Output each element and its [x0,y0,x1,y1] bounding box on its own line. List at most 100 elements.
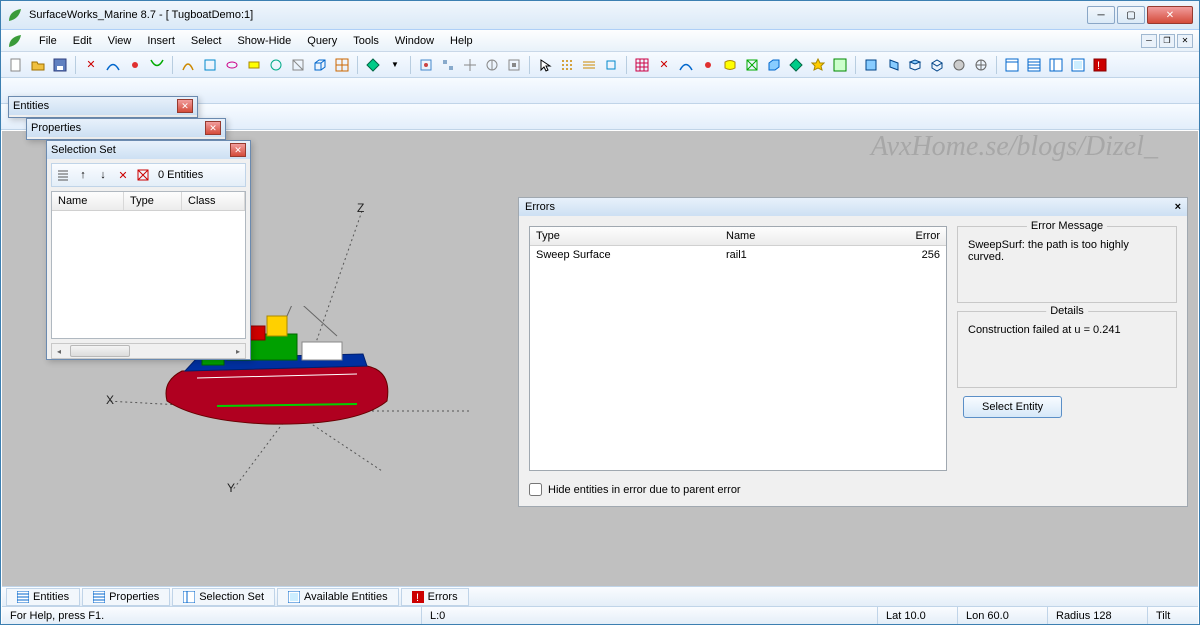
diamond2-icon[interactable] [786,55,806,75]
properties-panel[interactable]: Properties✕ [26,118,226,140]
dropdown-arrow-icon[interactable]: ▼ [385,55,405,75]
view-shade-icon[interactable] [949,55,969,75]
curve-icon[interactable] [103,55,123,75]
cursor-icon[interactable] [535,55,555,75]
errors-close-icon[interactable]: × [1175,201,1181,213]
scroll-left-arrow[interactable]: ◂ [52,344,66,358]
menu-show-hide[interactable]: Show-Hide [229,32,299,50]
entity-c-icon[interactable] [222,55,242,75]
tab-available-entities[interactable]: Available Entities [277,588,399,606]
view-side-icon[interactable] [883,55,903,75]
mdi-minimize-button[interactable]: ─ [1141,34,1157,48]
entities-panel[interactable]: Entities✕ [8,96,198,118]
menu-select[interactable]: Select [183,32,230,50]
tab-properties[interactable]: Properties [82,588,170,606]
view-top-icon[interactable] [905,55,925,75]
point-red-x-icon[interactable]: ✕ [81,55,101,75]
menu-query[interactable]: Query [299,32,345,50]
panel-available-icon[interactable] [1068,55,1088,75]
error-message-text[interactable] [966,237,1168,291]
point-x2-icon[interactable]: ✕ [654,55,674,75]
mdi-restore-button[interactable]: ❐ [1159,34,1175,48]
curve3-icon[interactable] [676,55,696,75]
grid-dots-icon[interactable] [557,55,577,75]
move-down-icon[interactable]: ↓ [95,167,111,183]
move-up-icon[interactable]: ↑ [75,167,91,183]
details-text[interactable] [966,322,1168,376]
minimize-button[interactable]: ─ [1087,6,1115,24]
entity-e-icon[interactable] [266,55,286,75]
tab-entities[interactable]: Entities [6,588,80,606]
close-button[interactable]: ✕ [1147,6,1193,24]
entity-f-icon[interactable] [288,55,308,75]
select-entity-button[interactable]: Select Entity [963,396,1062,418]
hide-entities-checkbox-input[interactable] [529,483,542,496]
menu-window[interactable]: Window [387,32,442,50]
menu-view[interactable]: View [100,32,140,50]
errors-col-name[interactable]: Name [720,227,860,245]
column-type[interactable]: Type [124,192,182,210]
tool-i-icon[interactable] [460,55,480,75]
solid-icon[interactable] [764,55,784,75]
panel-entities-icon[interactable] [1002,55,1022,75]
new-file-icon[interactable] [6,55,26,75]
maximize-button[interactable]: ▢ [1117,6,1145,24]
menu-edit[interactable]: Edit [65,32,100,50]
panel-errors-icon[interactable]: ! [1090,55,1110,75]
horizontal-scrollbar[interactable]: ◂ ▸ [51,343,246,359]
mdi-close-button[interactable]: ✕ [1177,34,1193,48]
surface-icon[interactable] [720,55,740,75]
bead-icon[interactable] [125,55,145,75]
grid-fine-icon[interactable] [632,55,652,75]
tab-selection-set[interactable]: Selection Set [172,588,275,606]
tool-h-icon[interactable] [438,55,458,75]
menu-tools[interactable]: Tools [345,32,387,50]
errors-row[interactable]: Sweep Surface rail1 256 [530,246,946,264]
star-icon[interactable] [808,55,828,75]
scroll-thumb[interactable] [70,345,130,357]
show-all-icon[interactable] [830,55,850,75]
selection-set-grid[interactable]: Name Type Class [51,191,246,339]
errors-col-type[interactable]: Type [530,227,720,245]
save-icon[interactable] [50,55,70,75]
menu-help[interactable]: Help [442,32,481,50]
entity-a-icon[interactable] [178,55,198,75]
tool-k-icon[interactable] [504,55,524,75]
entities-close-icon[interactable]: ✕ [177,99,193,113]
properties-close-icon[interactable]: ✕ [205,121,221,135]
view-front-icon[interactable] [861,55,881,75]
status-l: L:0 [422,607,878,624]
bead2-icon[interactable] [698,55,718,75]
view-wire-icon[interactable] [971,55,991,75]
scroll-right-arrow[interactable]: ▸ [231,344,245,358]
mesh-icon[interactable] [742,55,762,75]
curve2-icon[interactable] [147,55,167,75]
panel-props-icon[interactable] [1024,55,1044,75]
panel-selset-icon[interactable] [1046,55,1066,75]
list-view-icon[interactable] [55,167,71,183]
tool-g-icon[interactable] [416,55,436,75]
menu-insert[interactable]: Insert [139,32,183,50]
clear-icon[interactable] [135,167,151,183]
hide-entities-checkbox[interactable]: Hide entities in error due to parent err… [529,483,947,496]
delete-icon[interactable]: ✕ [115,167,131,183]
selection-set-panel[interactable]: Selection Set✕ ↑ ↓ ✕ 0 Entities Name Typ… [46,140,251,360]
tab-errors[interactable]: !Errors [401,588,469,606]
errors-panel[interactable]: Errors × Type Name Error Sweep Surface r… [518,197,1188,507]
tool-j-icon[interactable] [482,55,502,75]
menu-file[interactable]: File [31,32,65,50]
entity-d-icon[interactable] [244,55,264,75]
errors-col-error[interactable]: Error [860,227,946,245]
errors-table[interactable]: Type Name Error Sweep Surface rail1 256 [529,226,947,471]
box-icon[interactable] [310,55,330,75]
open-file-icon[interactable] [28,55,48,75]
selection-set-close-icon[interactable]: ✕ [230,143,246,157]
snap-icon[interactable] [601,55,621,75]
entity-b-icon[interactable] [200,55,220,75]
view-iso-icon[interactable] [927,55,947,75]
column-name[interactable]: Name [52,192,124,210]
wireframe-icon[interactable] [332,55,352,75]
column-class[interactable]: Class [182,192,245,210]
diamond-icon[interactable] [363,55,383,75]
grid-lines-icon[interactable] [579,55,599,75]
